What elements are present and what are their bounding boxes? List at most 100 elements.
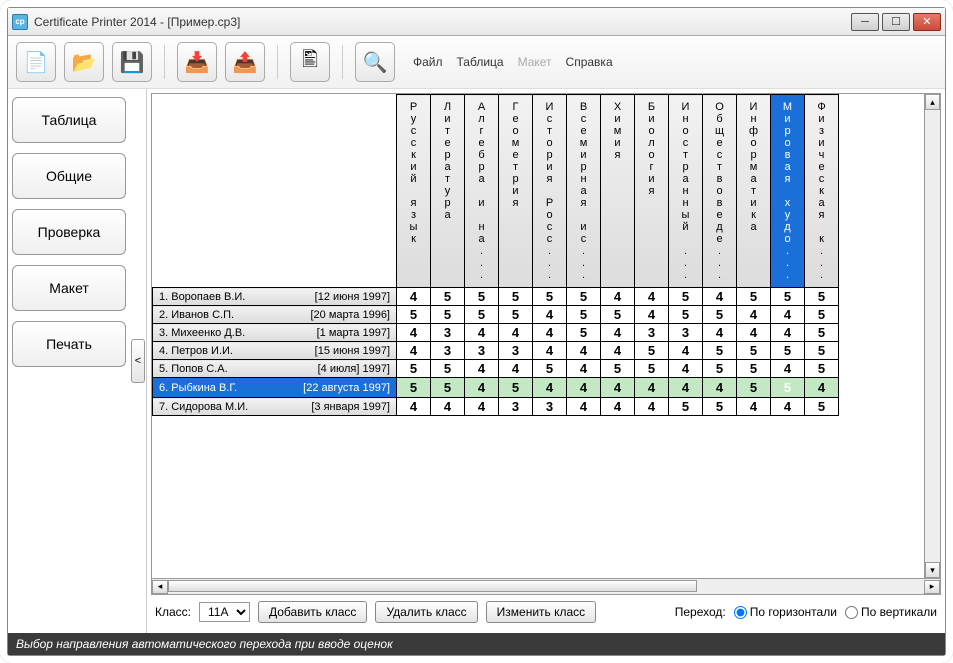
- grade-cell[interactable]: 4: [703, 288, 737, 306]
- grade-cell[interactable]: 4: [465, 360, 499, 378]
- grade-cell[interactable]: 5: [703, 360, 737, 378]
- sidebar-item-4[interactable]: Печать: [12, 321, 126, 367]
- grade-cell[interactable]: 5: [737, 378, 771, 398]
- import-button[interactable]: 📥: [177, 42, 217, 82]
- new-button[interactable]: 📄: [16, 42, 56, 82]
- menu-layout[interactable]: Макет: [518, 55, 552, 69]
- grade-cell[interactable]: 5: [567, 306, 601, 324]
- grade-cell[interactable]: 3: [533, 398, 567, 416]
- sidebar-item-3[interactable]: Макет: [12, 265, 126, 311]
- grade-cell[interactable]: 5: [465, 288, 499, 306]
- grade-cell[interactable]: 5: [635, 360, 669, 378]
- grade-cell[interactable]: 5: [703, 398, 737, 416]
- grade-cell[interactable]: 4: [703, 324, 737, 342]
- grade-cell[interactable]: 3: [499, 342, 533, 360]
- grade-cell[interactable]: 5: [703, 342, 737, 360]
- grade-cell[interactable]: 4: [567, 378, 601, 398]
- grade-cell[interactable]: 4: [601, 288, 635, 306]
- row-header[interactable]: 5. Попов С.А.[4 июля] 1997]: [153, 360, 397, 378]
- grade-cell[interactable]: 4: [635, 398, 669, 416]
- nav-vertical[interactable]: По вертикали: [845, 605, 937, 619]
- grade-cell[interactable]: 5: [533, 288, 567, 306]
- grade-cell[interactable]: 5: [805, 288, 839, 306]
- grade-cell[interactable]: 4: [567, 360, 601, 378]
- grade-cell[interactable]: 5: [805, 324, 839, 342]
- grade-cell[interactable]: 5: [601, 360, 635, 378]
- grade-cell[interactable]: 4: [397, 342, 431, 360]
- grade-cell[interactable]: 5: [397, 360, 431, 378]
- sidebar-item-1[interactable]: Общие: [12, 153, 126, 199]
- grade-cell[interactable]: 5: [499, 288, 533, 306]
- grade-cell[interactable]: 5: [737, 342, 771, 360]
- grade-cell[interactable]: 4: [805, 378, 839, 398]
- open-button[interactable]: 📂: [64, 42, 104, 82]
- grade-cell[interactable]: 3: [635, 324, 669, 342]
- add-class-button[interactable]: Добавить класс: [258, 601, 367, 623]
- grade-cell[interactable]: 5: [805, 306, 839, 324]
- grade-cell[interactable]: 5: [567, 324, 601, 342]
- scroll-down-icon[interactable]: ▾: [925, 562, 940, 578]
- grade-cell[interactable]: 4: [669, 378, 703, 398]
- grade-cell[interactable]: 5: [669, 398, 703, 416]
- class-select[interactable]: 11А: [199, 602, 250, 622]
- column-header[interactable]: Литература: [431, 95, 465, 288]
- grade-cell[interactable]: 5: [771, 378, 805, 398]
- grade-cell[interactable]: 3: [669, 324, 703, 342]
- grade-cell[interactable]: 4: [601, 342, 635, 360]
- grade-cell[interactable]: 4: [771, 398, 805, 416]
- grade-cell[interactable]: 4: [737, 398, 771, 416]
- grade-cell[interactable]: 3: [431, 324, 465, 342]
- grade-cell[interactable]: 4: [635, 378, 669, 398]
- grade-cell[interactable]: 3: [499, 398, 533, 416]
- column-header[interactable]: Иностранный ...: [669, 95, 703, 288]
- nav-horizontal[interactable]: По горизонтали: [734, 605, 837, 619]
- row-header[interactable]: 7. Сидорова М.И.[3 января 1997]: [153, 398, 397, 416]
- grade-cell[interactable]: 4: [533, 324, 567, 342]
- grade-cell[interactable]: 4: [567, 398, 601, 416]
- grade-cell[interactable]: 4: [533, 378, 567, 398]
- delete-class-button[interactable]: Удалить класс: [375, 601, 477, 623]
- grade-cell[interactable]: 5: [397, 378, 431, 398]
- grade-cell[interactable]: 4: [601, 324, 635, 342]
- grade-cell[interactable]: 5: [431, 288, 465, 306]
- grade-cell[interactable]: 5: [431, 378, 465, 398]
- grade-cell[interactable]: 4: [703, 378, 737, 398]
- grade-cell[interactable]: 5: [397, 306, 431, 324]
- grade-cell[interactable]: 5: [737, 360, 771, 378]
- grade-cell[interactable]: 3: [431, 342, 465, 360]
- scroll-left-icon[interactable]: ◂: [152, 580, 168, 594]
- minimize-button[interactable]: ─: [851, 13, 879, 31]
- grade-cell[interactable]: 5: [703, 306, 737, 324]
- column-header[interactable]: История Росс...: [533, 95, 567, 288]
- grade-cell[interactable]: 4: [533, 342, 567, 360]
- column-header[interactable]: Химия: [601, 95, 635, 288]
- grade-cell[interactable]: 4: [737, 324, 771, 342]
- horizontal-scrollbar[interactable]: ◂ ▸: [152, 578, 940, 594]
- grade-cell[interactable]: 4: [669, 360, 703, 378]
- grade-cell[interactable]: 3: [465, 342, 499, 360]
- grade-cell[interactable]: 4: [567, 342, 601, 360]
- grade-cell[interactable]: 5: [635, 342, 669, 360]
- grade-cell[interactable]: 4: [397, 324, 431, 342]
- row-header[interactable]: 6. Рыбкина В.Г.[22 августа 1997]: [153, 378, 397, 398]
- scroll-right-icon[interactable]: ▸: [924, 580, 940, 594]
- grade-cell[interactable]: 5: [499, 378, 533, 398]
- grade-cell[interactable]: 5: [601, 306, 635, 324]
- grade-cell[interactable]: 4: [499, 360, 533, 378]
- grade-cell[interactable]: 5: [669, 306, 703, 324]
- grade-cell[interactable]: 5: [805, 398, 839, 416]
- grade-cell[interactable]: 5: [771, 342, 805, 360]
- scroll-up-icon[interactable]: ▴: [925, 94, 940, 110]
- preview-button[interactable]: 🖺: [290, 42, 330, 82]
- grade-cell[interactable]: 5: [431, 360, 465, 378]
- sidebar-item-2[interactable]: Проверка: [12, 209, 126, 255]
- sidebar-toggle[interactable]: <: [131, 339, 145, 383]
- grade-cell[interactable]: 5: [465, 306, 499, 324]
- grade-cell[interactable]: 4: [737, 306, 771, 324]
- grade-table[interactable]: Русский языкЛитератураАлгебра и на...Гео…: [152, 94, 839, 416]
- grade-cell[interactable]: 5: [805, 360, 839, 378]
- grade-cell[interactable]: 5: [533, 360, 567, 378]
- column-header[interactable]: Русский язык: [397, 95, 431, 288]
- grade-cell[interactable]: 4: [669, 342, 703, 360]
- row-header[interactable]: 3. Михеенко Д.В.[1 марта 1997]: [153, 324, 397, 342]
